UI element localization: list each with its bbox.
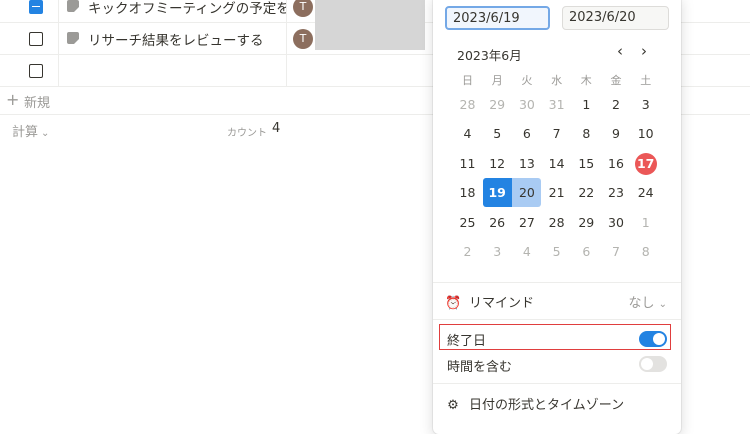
remind-label: リマインド xyxy=(469,296,535,311)
calendar-day[interactable]: 17 xyxy=(631,149,660,178)
calendar-day[interactable]: 29 xyxy=(483,90,512,119)
calendar-day[interactable]: 12 xyxy=(483,149,512,178)
calendar-day[interactable]: 30 xyxy=(602,208,631,237)
title-cell[interactable]: リサーチ結果をレビューする xyxy=(58,23,287,54)
calendar-day[interactable]: 30 xyxy=(512,90,541,119)
calendar-day[interactable]: 3 xyxy=(631,90,660,119)
calendar-day[interactable]: 2 xyxy=(453,237,482,266)
calendar-day[interactable]: 16 xyxy=(602,149,631,178)
chevron-left-icon[interactable]: ‹ xyxy=(617,42,623,60)
calendar-day[interactable]: 29 xyxy=(572,208,601,237)
calendar-day[interactable]: 14 xyxy=(542,149,571,178)
row-select-cell xyxy=(0,23,59,54)
calendar-day[interactable]: 27 xyxy=(512,208,541,237)
page-icon xyxy=(67,32,79,44)
include-time-label: 時間を含む xyxy=(447,360,513,375)
row-checkbox[interactable] xyxy=(29,63,43,78)
calendar-day[interactable]: 8 xyxy=(631,237,660,266)
calendar-day[interactable]: 5 xyxy=(483,119,512,148)
calendar-day[interactable]: 26 xyxy=(483,208,512,237)
row-select-cell xyxy=(0,0,59,22)
row-checkbox[interactable] xyxy=(29,0,43,14)
date-picker-popup: 2023/6/19 2023/6/20 2023年6月 ‹ › 日月火水木金土2… xyxy=(433,0,681,434)
calendar-day[interactable]: 7 xyxy=(542,119,571,148)
calendar-day[interactable]: 15 xyxy=(572,149,601,178)
new-row-label: 新規 xyxy=(24,96,51,111)
row-title: キックオフミーティングの予定を xyxy=(88,1,287,17)
calendar-day[interactable]: 1 xyxy=(572,90,601,119)
month-label: 2023年6月 xyxy=(457,48,522,63)
count-label: カウント xyxy=(227,128,267,139)
include-time-row[interactable]: 時間を含む xyxy=(447,356,671,375)
title-cell[interactable]: キックオフミーティングの予定を xyxy=(58,0,287,22)
calculate-dropdown[interactable]: 計算 ⌄ xyxy=(12,121,49,140)
plus-icon: + xyxy=(6,90,20,109)
row-title: リサーチ結果をレビューする xyxy=(88,33,264,49)
calendar-day[interactable]: 1 xyxy=(631,208,660,237)
divider xyxy=(433,319,681,320)
calendar-day[interactable]: 11 xyxy=(453,149,482,178)
divider xyxy=(433,282,681,283)
chevron-right-icon[interactable]: › xyxy=(641,42,647,60)
calendar-day[interactable]: 8 xyxy=(572,119,601,148)
date-format-label: 日付の形式とタイムゾーン xyxy=(469,398,625,413)
count-value: 4 xyxy=(272,121,281,136)
end-date-input[interactable]: 2023/6/20 xyxy=(562,6,669,30)
calendar-day[interactable]: 6 xyxy=(572,237,601,266)
gear-icon: ⚙ xyxy=(447,398,459,413)
calendar-day[interactable]: 4 xyxy=(453,119,482,148)
alarm-clock-icon: ⏰ xyxy=(445,296,462,311)
calendar-day[interactable]: 7 xyxy=(602,237,631,266)
calendar-day[interactable]: 19 xyxy=(482,178,512,207)
calendar-day[interactable]: 24 xyxy=(631,178,660,207)
calendar-day[interactable]: 2 xyxy=(602,90,631,119)
calendar-day[interactable]: 10 xyxy=(631,119,660,148)
start-date-input[interactable]: 2023/6/19 xyxy=(445,6,550,30)
include-time-toggle[interactable] xyxy=(639,356,667,372)
title-cell[interactable] xyxy=(58,55,287,86)
remind-value: なし xyxy=(628,296,655,311)
chevron-down-icon: ⌄ xyxy=(658,299,667,310)
calendar-day[interactable]: 4 xyxy=(512,237,541,266)
toggle-knob xyxy=(641,358,653,370)
end-date-toggle[interactable] xyxy=(639,331,667,347)
redacted-cell xyxy=(315,0,425,50)
row-checkbox[interactable] xyxy=(29,31,43,46)
remind-value-dropdown[interactable]: なし ⌄ xyxy=(628,292,667,311)
page-icon xyxy=(67,0,79,12)
avatar[interactable]: T xyxy=(293,0,313,17)
calendar-day[interactable]: 31 xyxy=(542,90,571,119)
calendar-day[interactable]: 20 xyxy=(512,178,542,207)
calendar-day[interactable]: 25 xyxy=(453,208,482,237)
calendar-day[interactable]: 18 xyxy=(453,178,482,207)
calendar-day[interactable]: 22 xyxy=(572,178,601,207)
toggle-knob xyxy=(653,333,665,345)
row-select-cell xyxy=(0,55,59,86)
end-date-label: 終了日 xyxy=(447,334,487,349)
avatar[interactable]: T xyxy=(293,28,313,49)
calendar-day[interactable]: 23 xyxy=(602,178,631,207)
calendar-day[interactable]: 9 xyxy=(602,119,631,148)
end-date-row[interactable]: 終了日 xyxy=(447,330,671,349)
calendar-day[interactable]: 28 xyxy=(542,208,571,237)
calendar-day[interactable]: 3 xyxy=(483,237,512,266)
calculate-label: 計算 xyxy=(12,125,39,140)
chevron-down-icon: ⌄ xyxy=(41,128,50,139)
calendar-day[interactable]: 5 xyxy=(542,237,571,266)
calendar-day[interactable]: 13 xyxy=(512,149,541,178)
date-format-row[interactable]: ⚙ 日付の形式とタイムゾーン xyxy=(445,394,669,413)
calendar-day[interactable]: 28 xyxy=(453,90,482,119)
calendar-day[interactable]: 6 xyxy=(512,119,541,148)
divider xyxy=(433,383,681,384)
calendar-day[interactable]: 21 xyxy=(542,178,571,207)
